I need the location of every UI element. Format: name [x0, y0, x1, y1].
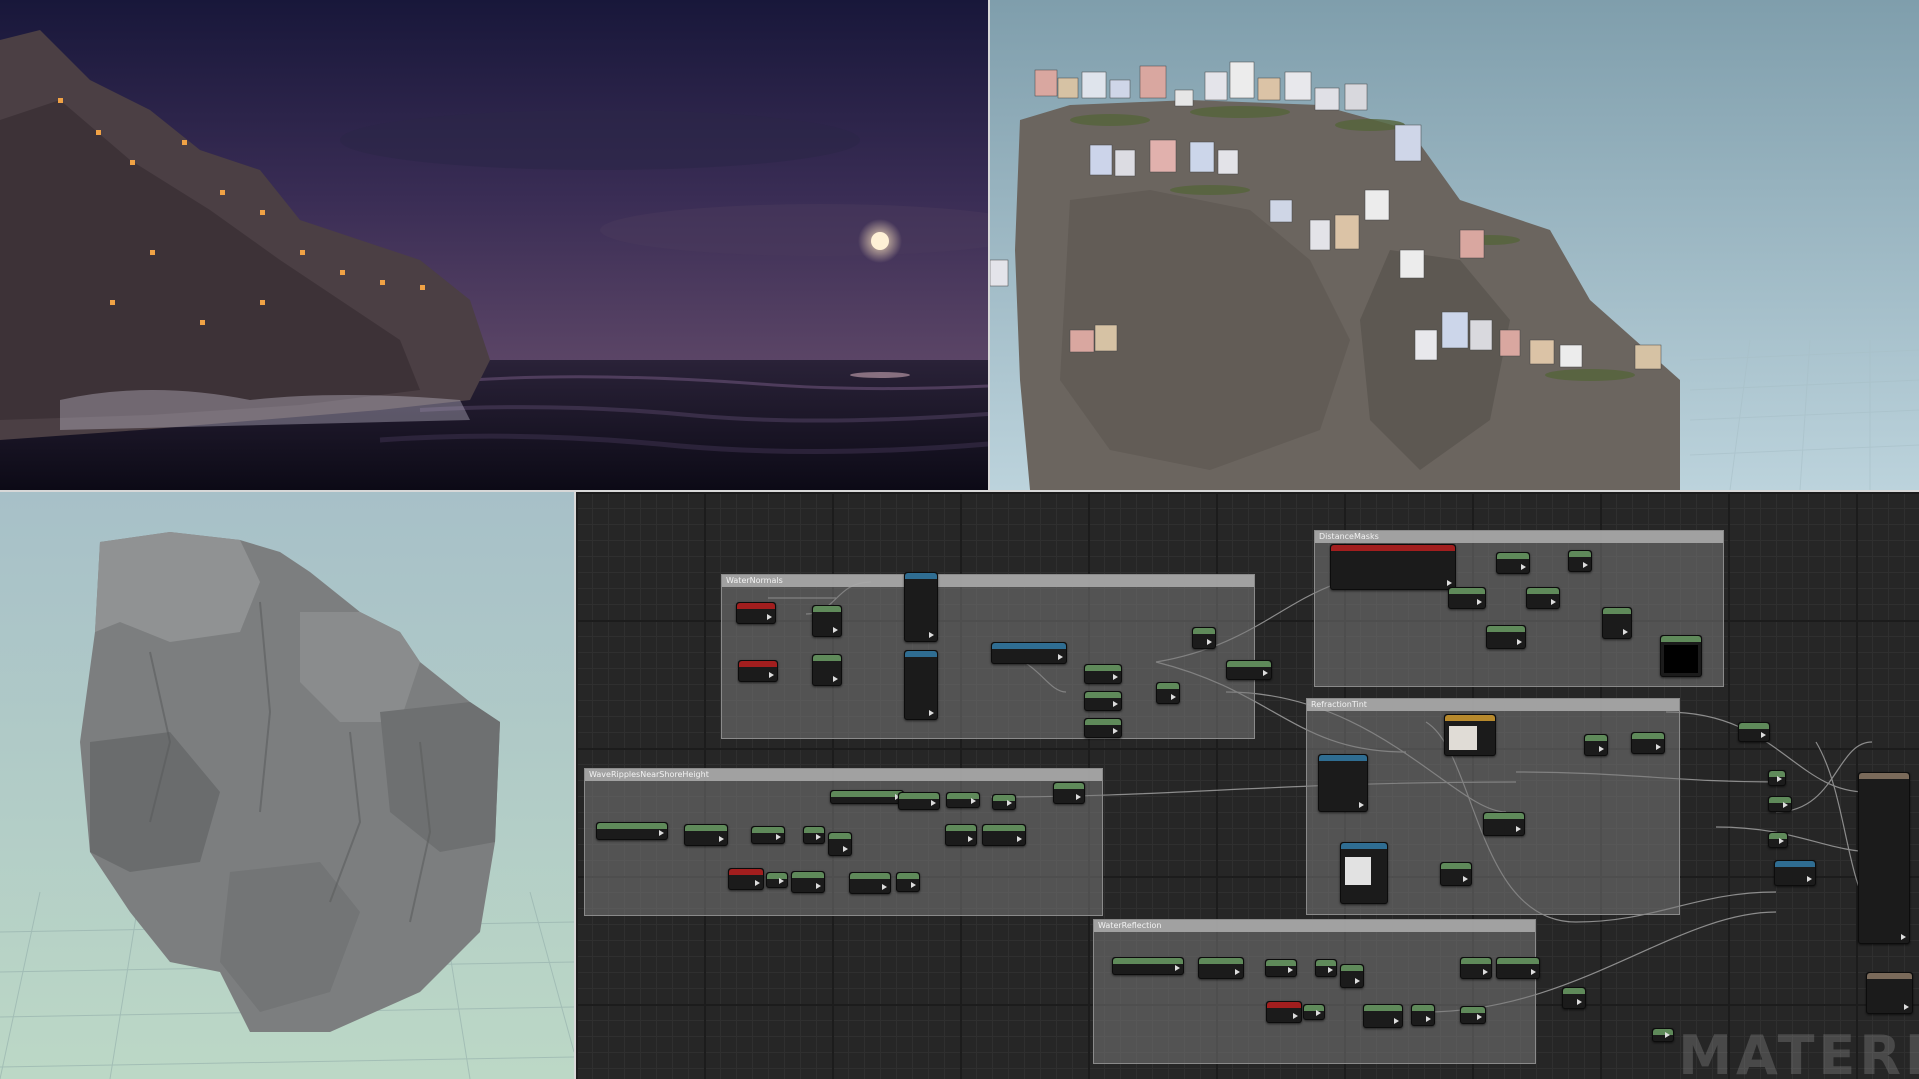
cliff-houses-image — [990, 0, 1919, 490]
divide-node[interactable] — [751, 826, 785, 844]
one-minus-node[interactable] — [1602, 607, 1632, 639]
night-render-viewport — [0, 0, 988, 490]
world-position-node[interactable] — [596, 822, 668, 840]
constant-node[interactable] — [1768, 770, 1786, 786]
night-render-image — [0, 0, 988, 490]
cliff-houses-viewport — [990, 0, 1919, 490]
depth-fade-node[interactable] — [1330, 544, 1456, 590]
texture-sample-node[interactable] — [1340, 842, 1388, 904]
constant-node[interactable] — [1568, 550, 1592, 572]
component-mask-node[interactable] — [1198, 957, 1244, 979]
multiply-node[interactable] — [1084, 691, 1122, 711]
constant-node[interactable] — [1652, 1028, 1674, 1042]
sine-node[interactable] — [1315, 959, 1337, 977]
lerp-node[interactable] — [982, 824, 1026, 846]
lerp-node[interactable] — [1486, 625, 1526, 649]
saturate-node[interactable] — [1496, 552, 1530, 574]
texture-sample-node[interactable] — [904, 572, 938, 642]
texcoord-node[interactable] — [738, 660, 778, 682]
comment-title: WaterNormals — [722, 575, 1254, 587]
output-node[interactable] — [1866, 972, 1913, 1014]
blend-normals-node[interactable] — [991, 642, 1067, 664]
add-node[interactable] — [1340, 964, 1364, 988]
comment-water-normals[interactable]: WaterNormals — [721, 574, 1255, 739]
constant-node[interactable] — [1192, 627, 1216, 649]
lerp-node[interactable] — [1483, 812, 1525, 836]
rock-mesh-image — [0, 492, 574, 1079]
multiply-node[interactable] — [791, 871, 825, 893]
rock-mesh-viewport — [0, 492, 574, 1079]
cosine-node[interactable] — [1460, 957, 1492, 979]
constant-node[interactable] — [1584, 734, 1608, 756]
constant-node[interactable] — [896, 872, 920, 892]
material-watermark: MATERI — [1678, 1024, 1919, 1079]
comment-title: WaterReflection — [1094, 920, 1535, 932]
comment-title: WaveRipplesNearShoreHeight — [585, 769, 1102, 781]
constant-node[interactable] — [1460, 1006, 1486, 1024]
constant-node[interactable] — [1303, 1004, 1325, 1020]
lerp-node[interactable] — [1496, 957, 1540, 979]
divide-node[interactable] — [1448, 587, 1486, 609]
multiply-node[interactable] — [1084, 664, 1122, 684]
time-node[interactable] — [830, 790, 904, 804]
mask-preview-node[interactable] — [1660, 635, 1702, 677]
vertical-divider-top — [988, 0, 990, 490]
scalar-parameter-node[interactable] — [728, 868, 764, 890]
constant-node[interactable] — [992, 794, 1016, 810]
texcoord-node[interactable] — [736, 602, 776, 624]
texture-sample-node[interactable] — [904, 650, 938, 720]
add-node[interactable] — [849, 872, 891, 894]
comment-title: RefractionTint — [1307, 699, 1679, 711]
multiply-node[interactable] — [1363, 1004, 1403, 1028]
material-output-node[interactable] — [1858, 772, 1910, 944]
vertical-divider-bottom — [574, 492, 576, 1079]
constant-node[interactable] — [946, 792, 980, 808]
divide-node[interactable] — [1265, 959, 1297, 977]
output-ripple-node[interactable] — [1053, 782, 1085, 804]
material-graph-editor[interactable]: WaterNormals DistanceMasks WaveRipplesNe… — [576, 492, 1919, 1079]
constant-node[interactable] — [1411, 1004, 1435, 1026]
add-node[interactable] — [1156, 682, 1180, 704]
constant-node[interactable] — [1738, 722, 1770, 742]
multiply-node[interactable] — [898, 792, 940, 810]
component-mask-node[interactable] — [684, 824, 728, 846]
texture-sample-node[interactable] — [1318, 754, 1368, 812]
reflection-vector-node[interactable] — [1112, 957, 1184, 975]
scalar-parameter-node[interactable] — [1266, 1001, 1302, 1023]
constant-node[interactable] — [766, 872, 788, 888]
normalize-node[interactable] — [1226, 660, 1272, 680]
moon — [871, 232, 889, 250]
power-node[interactable] — [1526, 587, 1560, 609]
multiply-node[interactable] — [1084, 718, 1122, 738]
multiply-node[interactable] — [1631, 732, 1665, 754]
fresnel-node[interactable] — [1774, 860, 1816, 886]
horizontal-divider — [0, 490, 1919, 492]
comment-water-reflection[interactable]: WaterReflection — [1093, 919, 1536, 1064]
color-parameter-node[interactable] — [1444, 714, 1496, 756]
multiply-node[interactable] — [1440, 862, 1472, 886]
constant-node[interactable] — [1768, 796, 1792, 812]
cosine-node[interactable] — [945, 824, 977, 846]
panner-node[interactable] — [812, 654, 842, 686]
constant-node[interactable] — [1768, 832, 1788, 848]
comment-title: DistanceMasks — [1315, 531, 1723, 543]
output-reflection-node[interactable] — [1562, 987, 1586, 1009]
sine-node[interactable] — [803, 826, 825, 844]
add-node[interactable] — [828, 832, 852, 856]
panner-node[interactable] — [812, 605, 842, 637]
